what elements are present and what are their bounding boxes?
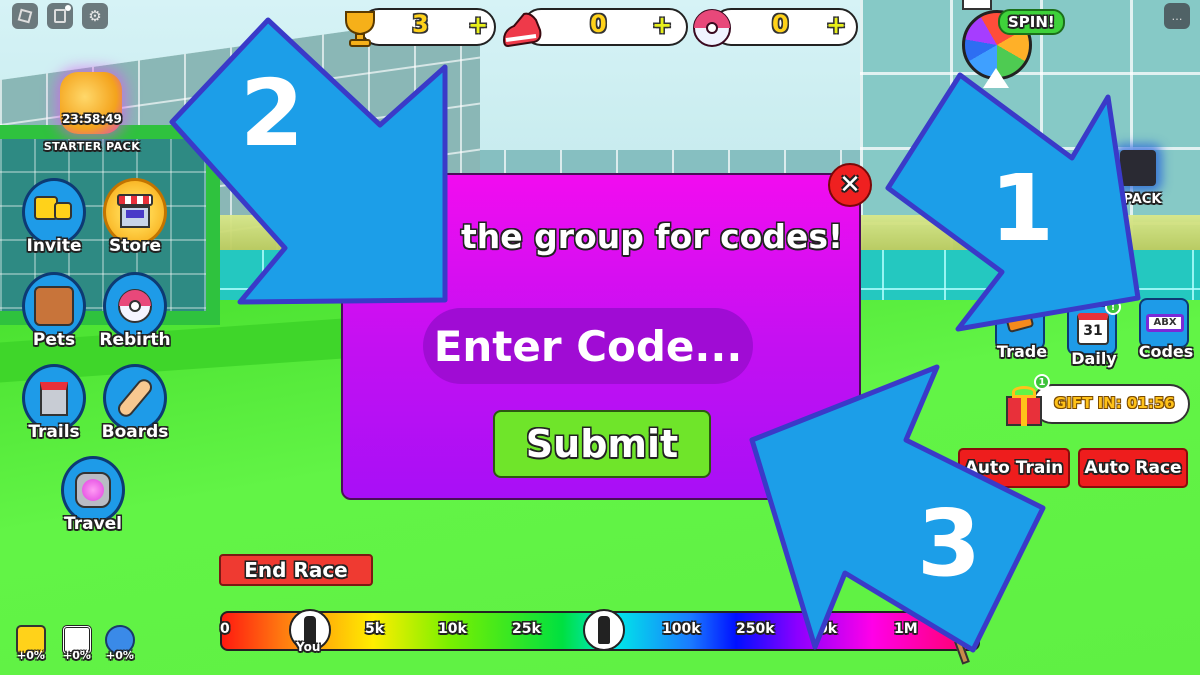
gift-timer-button[interactable]: 1 GIFT IN: 01:56 [1002, 374, 1192, 428]
speed-counter: 0 + [500, 6, 690, 48]
paint-bucket-icon [34, 378, 74, 418]
rebirth-icon [118, 289, 152, 323]
travel-button[interactable]: Travel [58, 456, 128, 548]
code-ticket-icon: ABX [1146, 314, 1184, 332]
calendar-icon: 31 [1077, 313, 1109, 345]
friends-icon [34, 192, 74, 232]
right-pack-label: T PACK [1110, 192, 1162, 207]
codes-button[interactable]: ABX Codes [1139, 298, 1193, 361]
rebirth-label: Rebirth [99, 330, 171, 350]
trade-icon [1005, 312, 1035, 334]
close-icon: ✕ [839, 170, 861, 200]
trophy-counter: 3 + [338, 6, 498, 48]
dialog-title: the group for codes! [461, 217, 844, 256]
starter-pack-timer: 23:58:49 [62, 112, 122, 126]
portal-icon [73, 470, 113, 510]
trophy-icon [345, 11, 375, 47]
progress-tick-label: 1M [894, 621, 918, 637]
daily-button[interactable]: 31 ! Daily [1067, 299, 1121, 368]
gift-badge: 1 [1034, 374, 1050, 390]
rebirth-counter: 0 + [690, 6, 860, 48]
annotation-number-2: 2 [240, 60, 305, 167]
progress-tick-label: 0k [818, 621, 838, 637]
maze-boost-value: +0% [63, 649, 91, 662]
trophy-value: 3 [412, 10, 429, 38]
spin-pointer-icon [983, 68, 1009, 88]
daily-badge: ! [1105, 299, 1121, 315]
code-input[interactable] [423, 308, 753, 384]
starter-pack-button[interactable]: 23:58:49 STARTER PACK [32, 72, 152, 162]
pets-button[interactable]: Pets [19, 272, 89, 364]
end-race-button[interactable]: End Race [219, 554, 373, 586]
ticket-text: ABX [1153, 317, 1177, 328]
spin-stem [962, 0, 992, 10]
friends-boost-value: +0% [17, 649, 45, 662]
boards-label: Boards [101, 422, 169, 442]
more-options-button[interactable]: … [1164, 3, 1190, 29]
gift-timer-label: GIFT IN: 01:56 [1054, 394, 1175, 412]
settings-button[interactable]: ⚙ [82, 3, 108, 29]
chat-toggle-button[interactable] [47, 3, 73, 29]
store-button[interactable]: Store [100, 178, 170, 270]
codes-dialog: the group for codes! Submit [341, 173, 861, 500]
progress-tick-label: 25k [512, 621, 541, 637]
progress-tick-label: 100k [662, 621, 701, 637]
right-pack-button[interactable]: T PACK [1110, 140, 1200, 210]
annotation-number-3: 3 [917, 490, 982, 597]
player-marker-label: You [296, 640, 321, 654]
progress-tick-label: 10k [438, 621, 467, 637]
pets-label: Pets [32, 330, 76, 350]
close-dialog-button[interactable]: ✕ [828, 163, 872, 207]
starter-pack-label: STARTER PACK [43, 140, 141, 153]
trophy-add-button[interactable]: + [468, 11, 488, 39]
roblox-logo-icon [17, 8, 33, 24]
dog-icon [34, 286, 74, 326]
chat-notes-icon [54, 9, 66, 23]
progress-tick-label: 5k [365, 621, 385, 637]
rebirth-add-button[interactable]: + [826, 11, 846, 39]
pack-icon [1120, 150, 1156, 186]
trails-button[interactable]: Trails [19, 364, 89, 456]
friends-boost: +0% [12, 625, 50, 665]
rebirth-value: 0 [772, 10, 789, 38]
player-marker-other [583, 609, 625, 651]
notification-dot [65, 5, 71, 11]
codes-label: Codes [1138, 342, 1194, 361]
speed-value: 0 [590, 10, 607, 38]
maze-boost: +0% [58, 625, 96, 665]
speed-add-button[interactable]: + [652, 11, 672, 39]
invite-label: Invite [26, 236, 82, 256]
travel-label: Travel [63, 514, 123, 534]
invite-button[interactable]: Invite [19, 178, 89, 270]
skateboard-icon [114, 376, 156, 420]
shoe-icon [502, 12, 542, 48]
trade-button[interactable]: Trade [995, 300, 1047, 361]
annotation-number-1: 1 [990, 155, 1055, 262]
calendar-day: 31 [1083, 323, 1103, 339]
boards-button[interactable]: Boards [100, 364, 170, 456]
spin-label[interactable]: SPIN! [998, 9, 1065, 35]
rebirth-orb-icon [693, 9, 731, 47]
gear-boost-value: +0% [106, 649, 134, 662]
store-icon [115, 192, 155, 232]
submit-button[interactable]: Submit [493, 410, 711, 478]
gear-icon: ⚙ [88, 7, 102, 25]
rebirth-button[interactable]: Rebirth [99, 272, 171, 364]
progress-tick-label: 250k [736, 621, 775, 637]
gear-boost: +0% [101, 625, 139, 665]
progress-tick-label: 0 [220, 621, 230, 637]
avatar-icon [598, 616, 610, 644]
auto-train-button[interactable]: Auto Train [958, 448, 1070, 488]
auto-race-button[interactable]: Auto Race [1078, 448, 1188, 488]
trails-label: Trails [28, 422, 80, 442]
roblox-menu-button[interactable] [12, 3, 38, 29]
store-label: Store [109, 236, 161, 256]
more-icon: … [1171, 9, 1183, 23]
